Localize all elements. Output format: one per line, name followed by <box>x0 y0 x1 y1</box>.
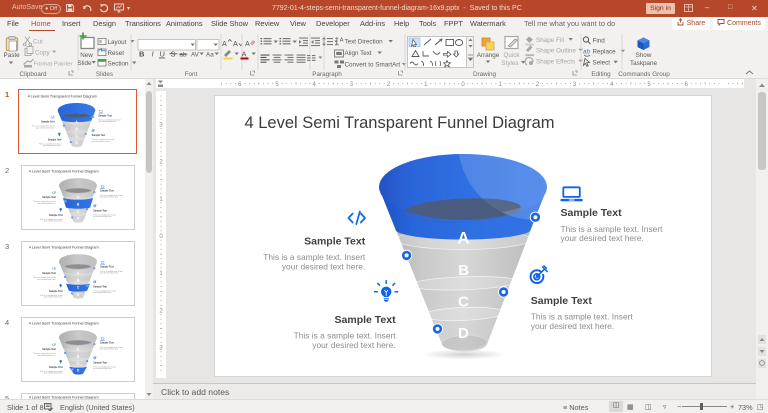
svg-text:Sample Text: Sample Text <box>42 196 56 199</box>
svg-text:D: D <box>458 325 469 342</box>
svg-text:Cut: Cut <box>33 39 43 46</box>
svg-text:Convert to SmartArt: Convert to SmartArt <box>345 62 401 69</box>
svg-text:Copy: Copy <box>35 50 51 57</box>
svg-text:Paragraph: Paragraph <box>312 71 342 78</box>
svg-text:This is a sample text. Insert: This is a sample text. Insert <box>93 365 116 368</box>
svg-text:A: A <box>340 38 344 44</box>
svg-text:Sample Text: Sample Text <box>561 207 623 219</box>
svg-text:Taskpane: Taskpane <box>630 60 657 67</box>
svg-text:This is a sample text. Insert: This is a sample text. Insert <box>93 289 116 292</box>
svg-text:This is a sample text. Insert: This is a sample text. Insert <box>31 124 54 127</box>
svg-text:Replace: Replace <box>593 49 617 56</box>
svg-text:your desired text here.: your desired text here. <box>282 261 365 271</box>
svg-text:Shape Outline: Shape Outline <box>536 48 576 55</box>
svg-text:Sample Text: Sample Text <box>41 120 55 123</box>
svg-text:Sample Text: Sample Text <box>531 295 593 307</box>
svg-text:C: C <box>458 293 469 310</box>
svg-text:Slides: Slides <box>96 71 113 78</box>
svg-text:B: B <box>139 50 145 59</box>
svg-text:Sample Text: Sample Text <box>49 214 63 217</box>
svg-text:Sample Text: Sample Text <box>304 236 366 248</box>
svg-text:Sample Text: Sample Text <box>100 266 114 269</box>
svg-text:Layout: Layout <box>108 39 127 46</box>
svg-text:Quick: Quick <box>503 52 520 59</box>
svg-text:Sample Text: Sample Text <box>100 190 114 193</box>
svg-text:Commands Group: Commands Group <box>618 71 670 78</box>
svg-text:Arrange: Arrange <box>477 52 500 59</box>
svg-text:your desired text here.: your desired text here. <box>531 321 614 331</box>
svg-text:This is a sample text. Insert: This is a sample text. Insert <box>33 200 56 203</box>
svg-text:Sample Text: Sample Text <box>47 138 61 141</box>
svg-text:Show: Show <box>636 52 652 59</box>
svg-text:Shape Effects: Shape Effects <box>536 59 575 66</box>
svg-text:Sample Text: Sample Text <box>42 272 56 275</box>
svg-text:This is a sample text. Insert: This is a sample text. Insert <box>33 352 56 355</box>
svg-text:Reset: Reset <box>108 50 125 57</box>
svg-text:Section: Section <box>108 61 130 68</box>
svg-text:4 Level Semi Transparent Funne: 4 Level Semi Transparent Funnel Diagram <box>29 321 99 325</box>
svg-text:4 Level Semi Transparent Funne: 4 Level Semi Transparent Funnel Diagram <box>245 114 555 132</box>
svg-text:U: U <box>160 50 165 59</box>
svg-text:Shape Fill: Shape Fill <box>536 37 564 44</box>
svg-text:I: I <box>152 50 154 59</box>
svg-text:Clipboard: Clipboard <box>20 71 47 78</box>
svg-text:AV: AV <box>191 52 200 59</box>
svg-text:Aa: Aa <box>206 52 214 59</box>
svg-text:4 Level Semi Transparent Funne: 4 Level Semi Transparent Funnel Diagram <box>27 94 96 98</box>
svg-text:ab: ab <box>583 49 591 56</box>
svg-text:Select: Select <box>593 60 611 67</box>
svg-text:Sample Text: Sample Text <box>93 285 107 288</box>
svg-text:Sample Text: Sample Text <box>335 314 397 326</box>
svg-text:B: B <box>458 262 469 279</box>
svg-text:A: A <box>242 50 247 59</box>
svg-text:Drawing: Drawing <box>473 71 497 78</box>
svg-text:New: New <box>80 52 93 59</box>
svg-text:A: A <box>233 39 238 48</box>
svg-text:Sample Text: Sample Text <box>93 361 107 364</box>
svg-text:Editing: Editing <box>591 71 611 78</box>
svg-text:Sample Text: Sample Text <box>49 290 63 293</box>
svg-text:Slide: Slide <box>77 60 91 67</box>
svg-text:Paste: Paste <box>4 52 21 59</box>
svg-text:A: A <box>457 230 469 248</box>
svg-text:Sample Text: Sample Text <box>93 209 107 212</box>
svg-text:Text Direction: Text Direction <box>345 39 384 46</box>
svg-text:4 Level Semi Transparent Funne: 4 Level Semi Transparent Funnel Diagram <box>29 169 99 173</box>
svg-text:Sample Text: Sample Text <box>98 114 112 117</box>
svg-text:Sample Text: Sample Text <box>91 134 105 137</box>
svg-text:4 Level Semi Transparent Funne: 4 Level Semi Transparent Funnel Diagram <box>29 245 99 249</box>
svg-text:Sample Text: Sample Text <box>100 342 114 345</box>
svg-text:ab: ab <box>180 52 188 59</box>
svg-text:Font: Font <box>185 71 198 78</box>
svg-text:Format Painter: Format Painter <box>34 62 73 68</box>
svg-text:Styles: Styles <box>501 60 518 67</box>
svg-text:A: A <box>245 39 250 48</box>
svg-text:A: A <box>222 39 227 48</box>
svg-text:Sample Text: Sample Text <box>49 366 63 369</box>
svg-text:your desired text here.: your desired text here. <box>312 340 395 350</box>
svg-text:This is a sample text. Insert: This is a sample text. Insert <box>93 213 116 216</box>
svg-text:your desired text here.: your desired text here. <box>561 233 644 243</box>
svg-text:Sample Text: Sample Text <box>42 348 56 351</box>
svg-text:This is a sample text. Insert: This is a sample text. Insert <box>33 276 56 279</box>
svg-text:Align Text: Align Text <box>345 50 372 57</box>
svg-text:Find: Find <box>593 38 606 45</box>
